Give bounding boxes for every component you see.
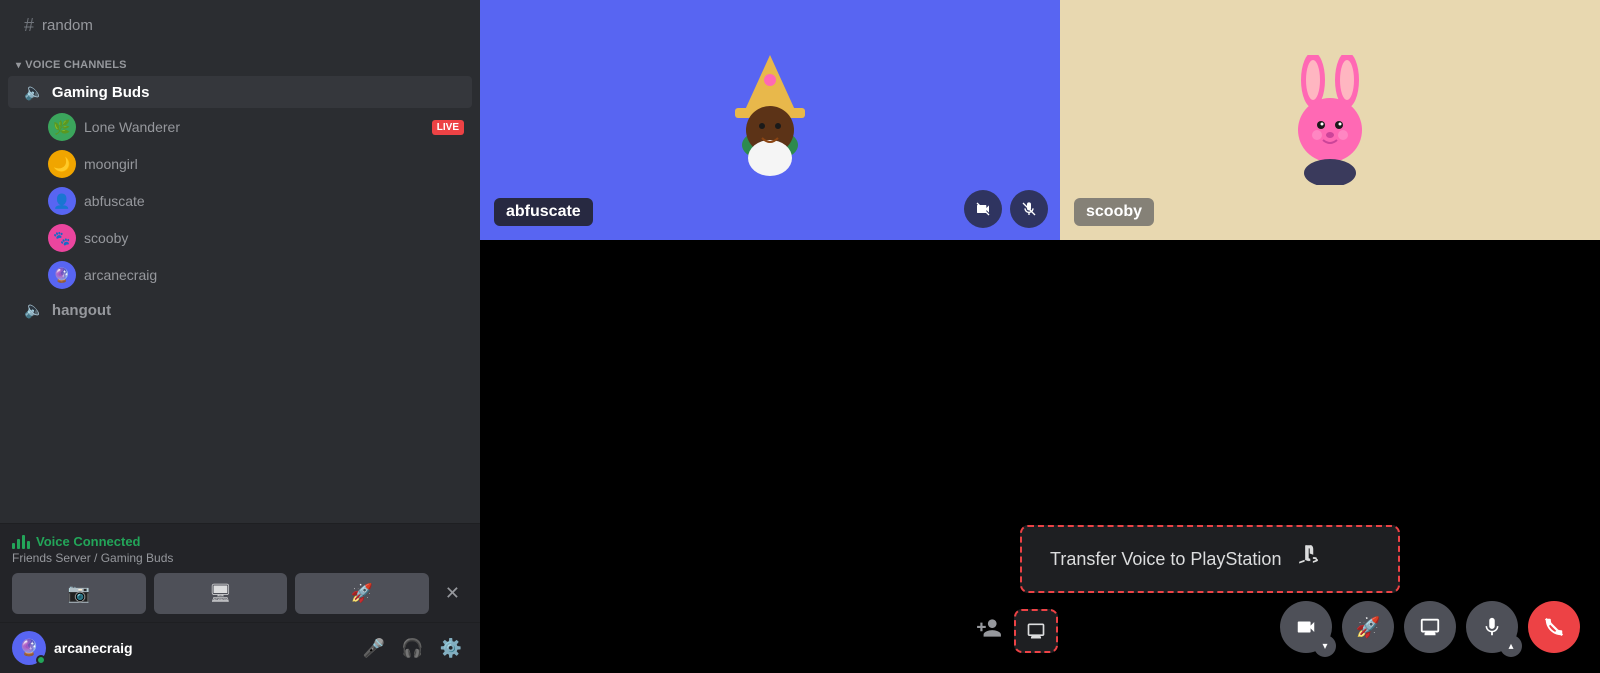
channel-item-random[interactable]: # random bbox=[8, 9, 472, 42]
wizard-avatar-svg bbox=[715, 50, 825, 190]
user-name: arcanecraig bbox=[54, 640, 349, 656]
speaker-icon-2: 🔈 bbox=[24, 300, 44, 320]
rt-screenshare-button[interactable] bbox=[1404, 601, 1456, 653]
user-avatar: 🔮 bbox=[12, 631, 46, 665]
abfuscate-video-ctrl-2[interactable] bbox=[1010, 190, 1048, 228]
user-controls: 🎤 🎧 ⚙️ bbox=[357, 634, 468, 663]
voice-channel-hangout[interactable]: 🔈 hangout bbox=[8, 294, 472, 326]
voice-disconnect-button[interactable]: ✕ bbox=[437, 573, 468, 614]
abfuscate-video-ctrl-1[interactable] bbox=[964, 190, 1002, 228]
avatar-scooby: 🐾 bbox=[48, 224, 76, 252]
voice-bars-icon bbox=[12, 535, 30, 549]
voice-boost-button[interactable]: 🚀 bbox=[295, 573, 429, 614]
sidebar: # random ▾ VOICE CHANNELS 🔈 Gaming Buds … bbox=[0, 0, 480, 673]
video-tile-scooby: scooby bbox=[1060, 0, 1600, 240]
playstation-icon bbox=[1297, 543, 1323, 575]
voice-connected-panel: Voice Connected Friends Server / Gaming … bbox=[0, 523, 480, 622]
screen-share-active-button[interactable] bbox=[1014, 609, 1058, 653]
headphones-button[interactable]: 🎧 bbox=[395, 634, 429, 663]
voice-screenshare-button[interactable]: 🖥 bbox=[154, 573, 288, 614]
transfer-voice-label: Transfer Voice to PlayStation bbox=[1050, 549, 1281, 570]
abfuscate-name-badge: abfuscate bbox=[494, 198, 593, 226]
chevron-icon: ▾ bbox=[16, 60, 21, 71]
rt-boost-button[interactable]: 🚀 bbox=[1342, 601, 1394, 653]
transfer-voice-popup[interactable]: Transfer Voice to PlayStation bbox=[1020, 525, 1400, 593]
speaker-icon: 🔈 bbox=[24, 82, 44, 102]
hash-icon: # bbox=[24, 15, 34, 36]
disconnect-button[interactable] bbox=[1528, 601, 1580, 653]
bottom-area: Transfer Voice to PlayStation bbox=[480, 240, 1600, 673]
live-badge: LIVE bbox=[432, 120, 464, 135]
voice-member-lone-wanderer[interactable]: 🌿 Lone Wanderer LIVE bbox=[8, 109, 472, 145]
add-friend-button[interactable] bbox=[970, 609, 1008, 653]
abfuscate-video-controls bbox=[964, 190, 1048, 228]
main-content: abfuscate bbox=[480, 0, 1600, 673]
avatar-arcanecraig: 🔮 bbox=[48, 261, 76, 289]
video-grid: abfuscate bbox=[480, 0, 1600, 240]
member-name: scooby bbox=[84, 230, 464, 246]
voice-channel-gaming-buds[interactable]: 🔈 Gaming Buds bbox=[8, 76, 472, 108]
voice-member-abfuscate[interactable]: 👤 abfuscate bbox=[8, 183, 472, 219]
rt-mic-sub-button[interactable]: ▴ bbox=[1500, 635, 1522, 657]
rt-mic-btn-wrapper: ▴ bbox=[1466, 601, 1518, 653]
voice-connected-label: Voice Connected bbox=[12, 534, 468, 549]
right-toolbar: ▾ 🚀 ▴ bbox=[1280, 601, 1580, 653]
video-tile-abfuscate: abfuscate bbox=[480, 0, 1060, 240]
voice-member-scooby[interactable]: 🐾 scooby bbox=[8, 220, 472, 256]
voice-channel-name-2: hangout bbox=[52, 302, 111, 319]
channel-name: random bbox=[42, 17, 93, 34]
avatar-lone-wanderer: 🌿 bbox=[48, 113, 76, 141]
channel-list: # random ▾ VOICE CHANNELS 🔈 Gaming Buds … bbox=[0, 0, 480, 523]
rt-camera-sub-button[interactable]: ▾ bbox=[1314, 635, 1336, 657]
scooby-name-badge: scooby bbox=[1074, 198, 1154, 226]
voice-server-info: Friends Server / Gaming Buds bbox=[12, 551, 468, 565]
member-name: moongirl bbox=[84, 156, 464, 172]
rt-boost-btn-wrapper: 🚀 bbox=[1342, 601, 1394, 653]
settings-button[interactable]: ⚙️ bbox=[434, 634, 468, 663]
bunny-avatar-svg bbox=[1280, 55, 1380, 185]
avatar-moongirl: 🌙 bbox=[48, 150, 76, 178]
voice-member-arcanecraig[interactable]: 🔮 arcanecraig bbox=[8, 257, 472, 293]
user-panel: 🔮 arcanecraig 🎤 🎧 ⚙️ bbox=[0, 622, 480, 673]
bottom-toolbar bbox=[970, 609, 1058, 653]
voice-section-label: VOICE CHANNELS bbox=[25, 59, 126, 71]
rt-screenshare-btn-wrapper bbox=[1404, 601, 1456, 653]
voice-channels-header: ▾ VOICE CHANNELS bbox=[0, 43, 480, 75]
voice-actions: 📷 🖥 🚀 ✕ bbox=[12, 573, 468, 614]
member-name: abfuscate bbox=[84, 193, 464, 209]
rt-camera-btn-wrapper: ▾ bbox=[1280, 601, 1332, 653]
member-name: arcanecraig bbox=[84, 267, 464, 283]
voice-channel-name: Gaming Buds bbox=[52, 84, 150, 101]
avatar-abfuscate: 👤 bbox=[48, 187, 76, 215]
voice-camera-button[interactable]: 📷 bbox=[12, 573, 146, 614]
online-status-dot bbox=[36, 655, 46, 665]
mic-button[interactable]: 🎤 bbox=[357, 634, 391, 663]
voice-member-moongirl[interactable]: 🌙 moongirl bbox=[8, 146, 472, 182]
member-name: Lone Wanderer bbox=[84, 119, 426, 135]
